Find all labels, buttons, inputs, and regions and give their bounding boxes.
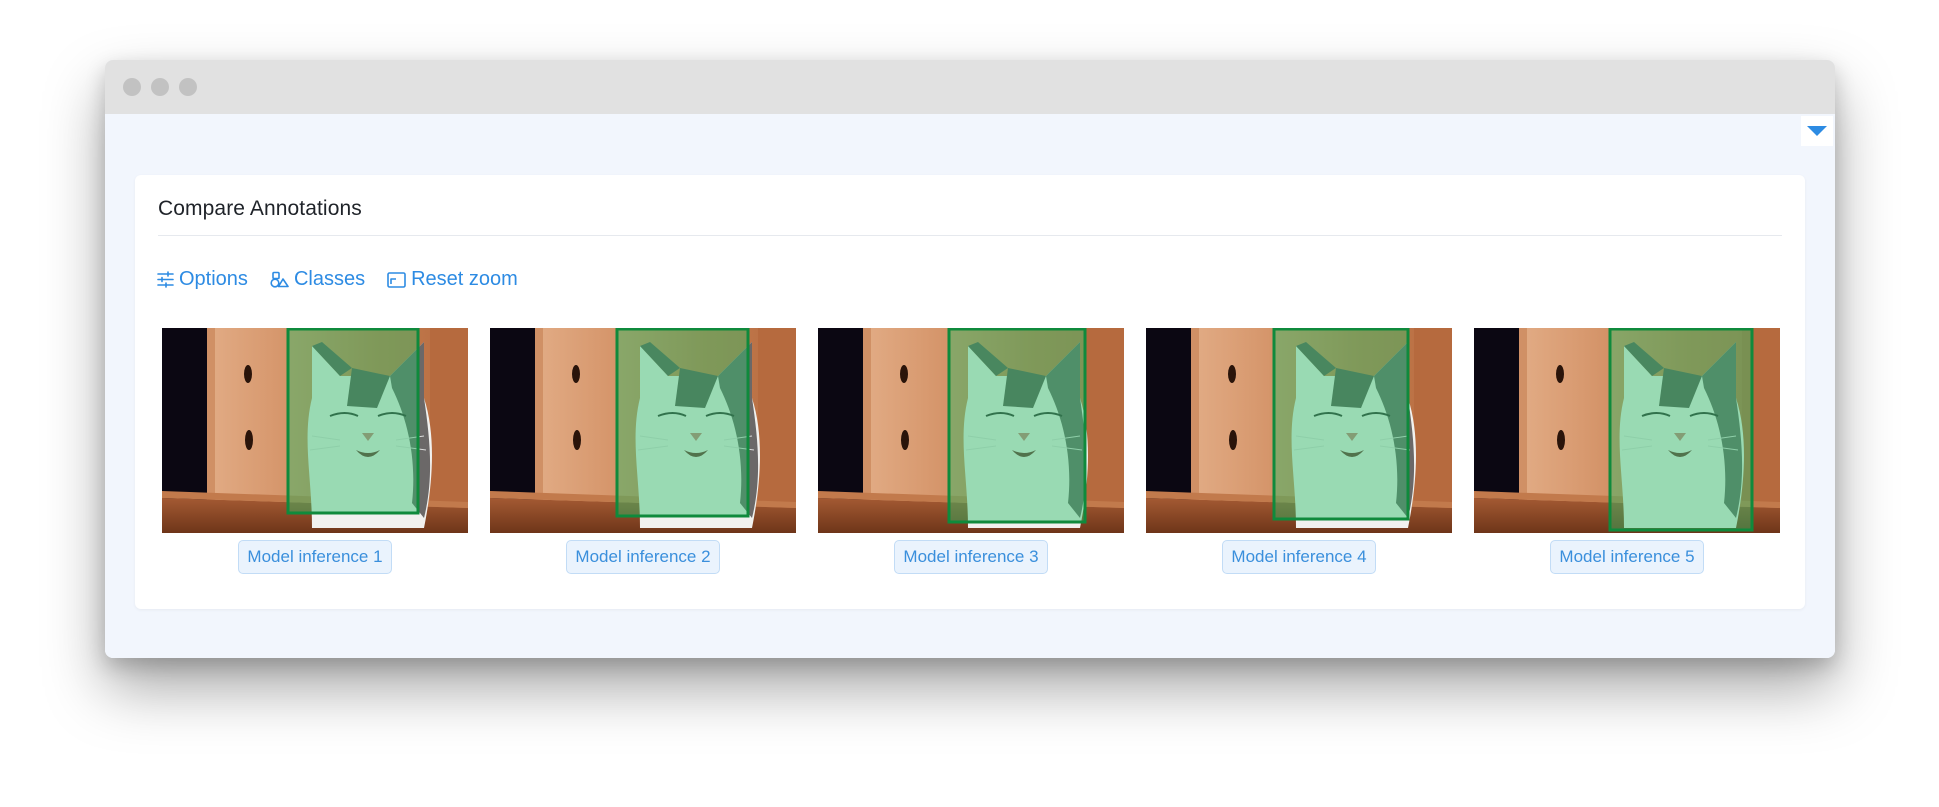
inference-image[interactable] — [1474, 328, 1780, 533]
options-button[interactable]: Options — [157, 268, 248, 291]
dropdown-toggle[interactable] — [1801, 116, 1833, 146]
classes-label: Classes — [293, 268, 366, 290]
window-close-dot[interactable] — [123, 78, 141, 96]
image-frame-icon — [387, 271, 406, 288]
reset-zoom-label: Reset zoom — [411, 268, 518, 290]
sliders-icon — [157, 271, 174, 288]
shapes-icon — [270, 271, 289, 288]
inference-image[interactable] — [490, 328, 796, 533]
card-title: Compare Annotations — [158, 197, 362, 220]
inference-label[interactable]: Model inference 4 — [1222, 540, 1376, 574]
card-header: Compare Annotations — [158, 175, 1782, 236]
inference-label[interactable]: Model inference 5 — [1550, 540, 1704, 574]
comparison-item: Model inference 1 — [162, 328, 468, 574]
inference-image[interactable] — [818, 328, 1124, 533]
page-viewport: Compare Annotations Options Classes Rese… — [105, 114, 1835, 658]
inference-image[interactable] — [162, 328, 468, 533]
window-titlebar — [105, 60, 1835, 114]
comparison-item: Model inference 2 — [490, 328, 796, 574]
browser-window: Compare Annotations Options Classes Rese… — [105, 60, 1835, 658]
comparison-gallery: Model inference 1 Model inference 2 Mode… — [162, 328, 1780, 574]
reset-zoom-button[interactable]: Reset zoom — [387, 268, 518, 291]
inference-label[interactable]: Model inference 1 — [238, 540, 392, 574]
caret-down-icon — [1807, 126, 1827, 136]
comparison-item: Model inference 4 — [1146, 328, 1452, 574]
comparison-item: Model inference 5 — [1474, 328, 1780, 574]
toolbar: Options Classes Reset zoom — [157, 268, 518, 291]
inference-image[interactable] — [1146, 328, 1452, 533]
classes-button[interactable]: Classes — [270, 268, 365, 291]
options-label: Options — [179, 268, 248, 290]
compare-annotations-card: Compare Annotations Options Classes Rese… — [135, 175, 1805, 609]
window-minimize-dot[interactable] — [151, 78, 169, 96]
inference-label[interactable]: Model inference 3 — [894, 540, 1048, 574]
window-maximize-dot[interactable] — [179, 78, 197, 96]
inference-label[interactable]: Model inference 2 — [566, 540, 720, 574]
comparison-item: Model inference 3 — [818, 328, 1124, 574]
